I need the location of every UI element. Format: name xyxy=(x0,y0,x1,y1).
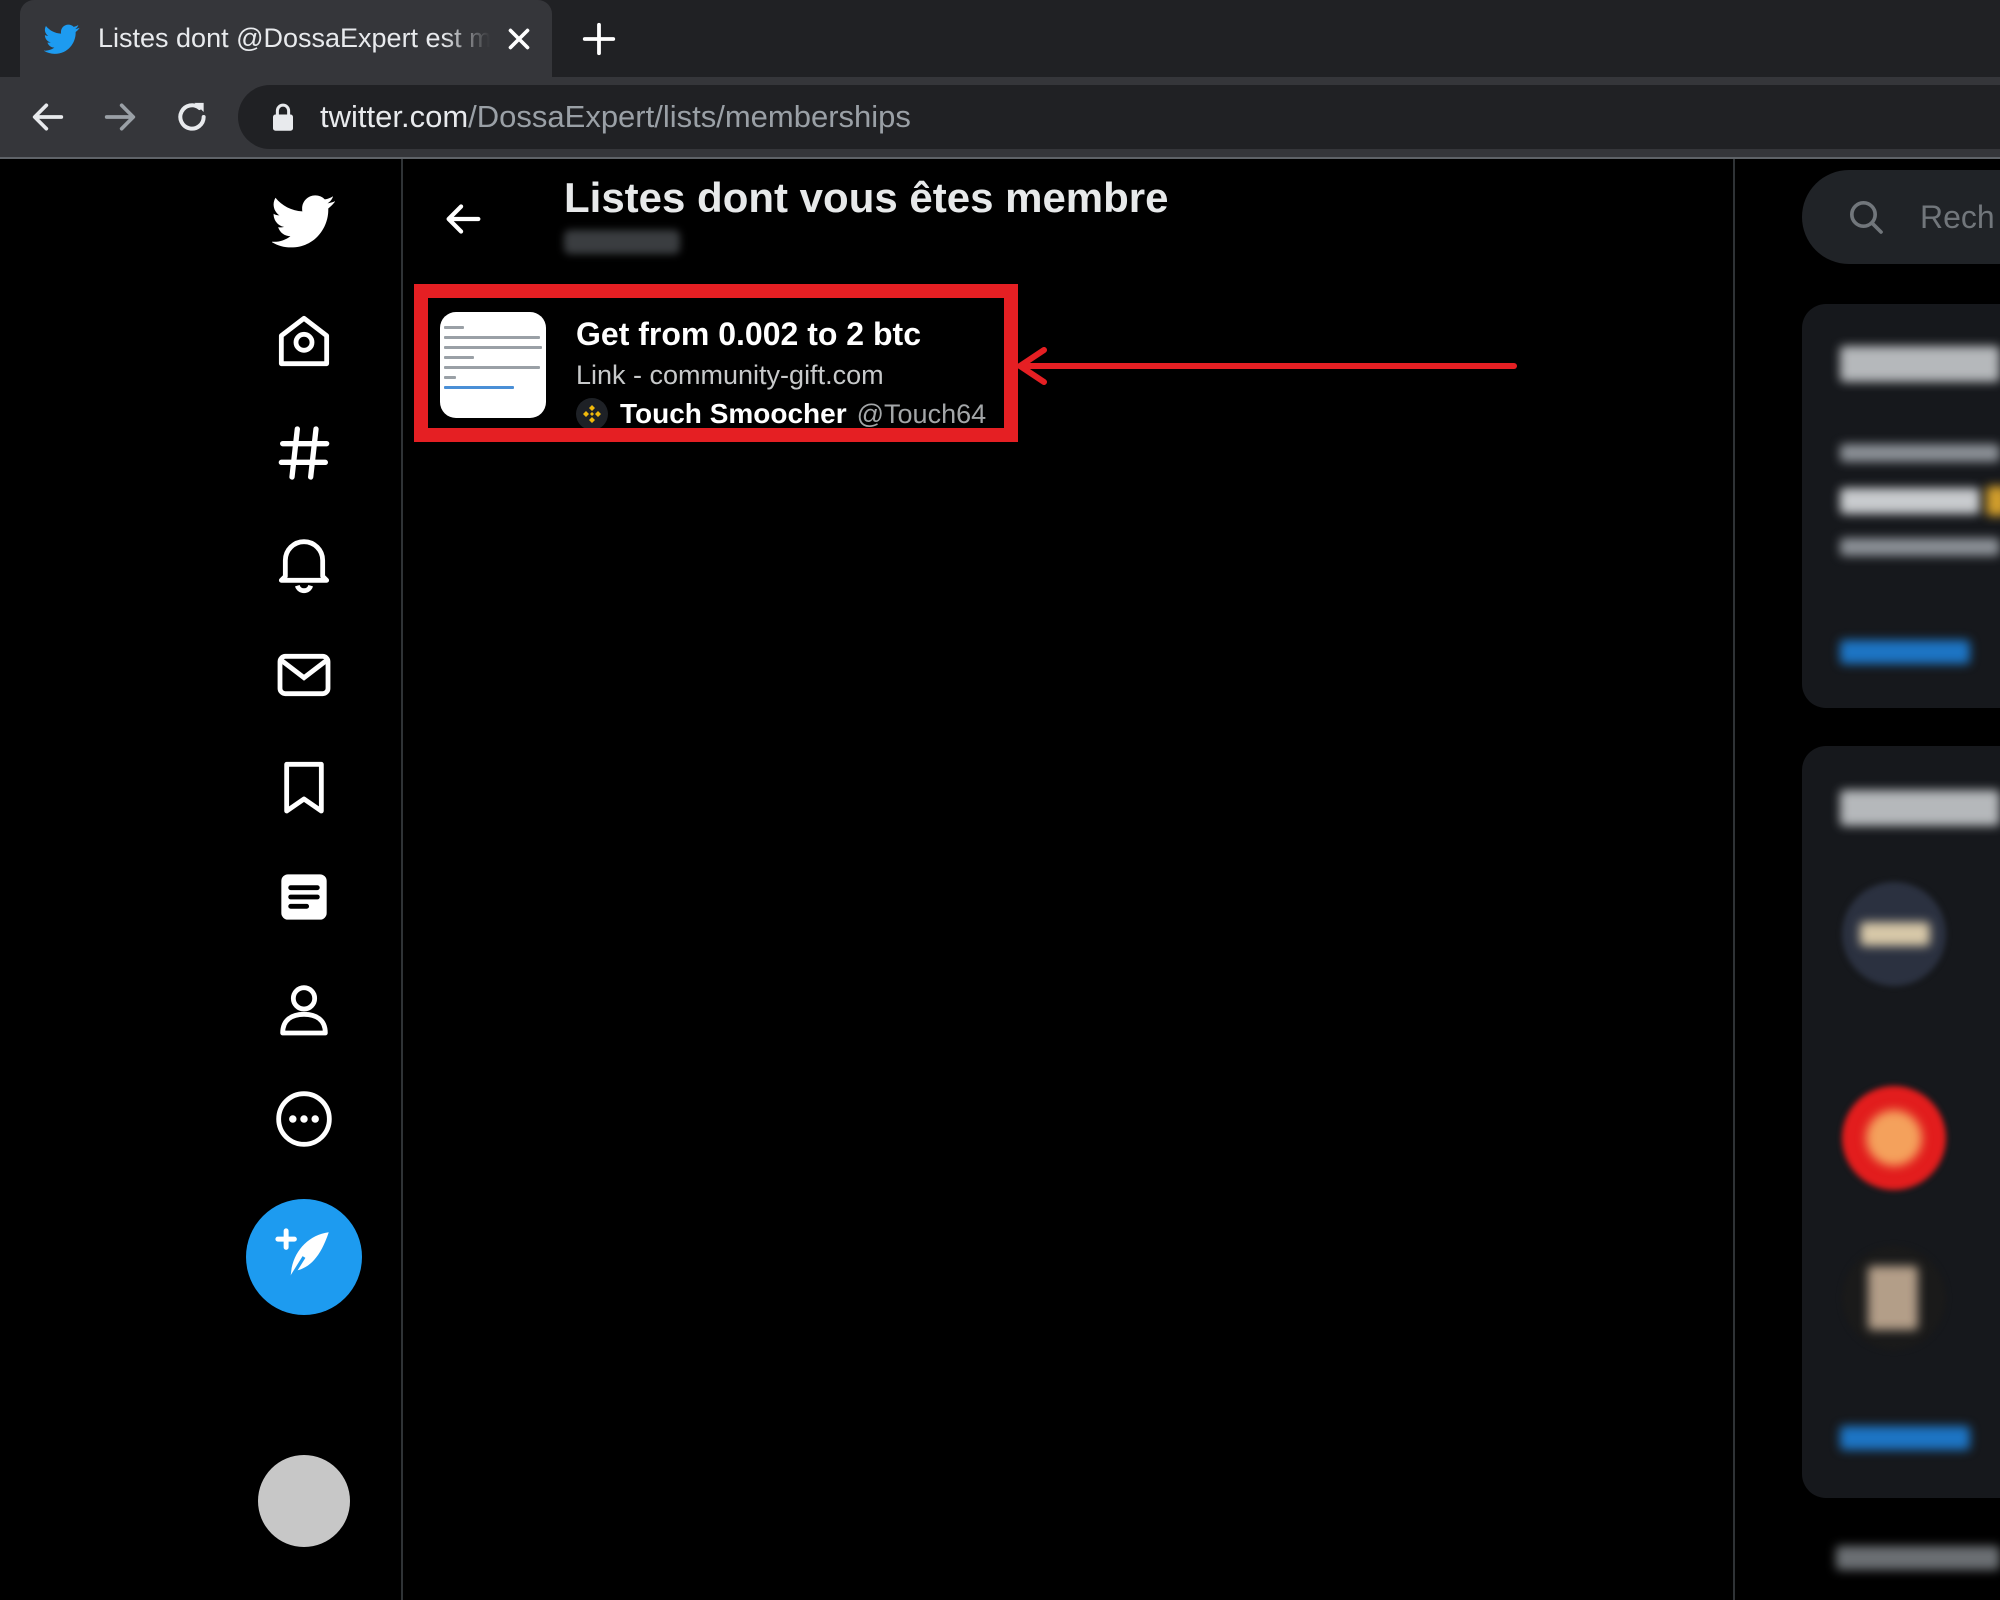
messages-envelope-icon[interactable] xyxy=(272,643,336,707)
trends-heading-blurred xyxy=(1840,346,2000,382)
browser-toolbar: twitter.com/DossaExpert/lists/membership… xyxy=(0,77,2000,157)
bookmark-icon[interactable] xyxy=(272,755,336,819)
tab-title: Listes dont @DossaExpert est membre xyxy=(98,23,490,53)
owner-name: Touch Smoocher xyxy=(620,398,847,429)
twitter-logo-icon[interactable] xyxy=(270,189,336,253)
lists-icon[interactable] xyxy=(272,865,336,929)
suggestions-panel xyxy=(1802,746,2000,1498)
search-icon xyxy=(1850,201,1883,234)
thumb-line xyxy=(444,366,540,369)
forward-arrow-icon[interactable] xyxy=(100,97,140,137)
list-description: Link - community-gift.com xyxy=(576,360,884,390)
suggestions-show-more-blurred[interactable] xyxy=(1840,1426,1970,1450)
page-title: Listes dont vous êtes membre xyxy=(564,174,1169,221)
list-title: Get from 0.002 to 2 btc xyxy=(576,316,921,352)
footer-links-blurred xyxy=(1836,1546,2000,1570)
url-host: twitter.com xyxy=(320,99,469,134)
compose-tweet-icon xyxy=(275,1228,329,1280)
home-icon[interactable] xyxy=(272,309,336,373)
suggestions-heading-blurred xyxy=(1840,790,2000,826)
address-bar[interactable]: twitter.com/DossaExpert/lists/membership… xyxy=(238,85,2000,149)
account-avatar[interactable] xyxy=(258,1455,350,1547)
notifications-bell-icon[interactable] xyxy=(272,531,336,595)
reload-icon[interactable] xyxy=(172,97,212,137)
binance-logo-icon xyxy=(583,405,601,423)
search-input[interactable]: Rech xyxy=(1802,170,2000,264)
url-path: /DossaExpert/lists/memberships xyxy=(468,99,911,134)
trend-emoji-blurred xyxy=(1986,486,2000,516)
annotation-arrow xyxy=(1017,347,1517,385)
plus-icon[interactable] xyxy=(580,20,618,58)
thumb-line xyxy=(444,326,464,329)
trend-count-blurred xyxy=(1840,538,2000,556)
left-navigation xyxy=(0,159,402,1600)
thumb-line xyxy=(444,376,456,379)
explore-hashtag-icon[interactable] xyxy=(272,421,336,485)
trend-meta-blurred xyxy=(1840,444,2000,462)
list-owner[interactable]: Touch Smoocher @Touch64 xyxy=(576,398,987,429)
url-text: twitter.com/DossaExpert/lists/membership… xyxy=(320,99,911,135)
trend-name-blurred xyxy=(1840,488,1980,514)
suggestion-avatar-figure-blurred xyxy=(1868,1266,1918,1330)
thumb-line xyxy=(444,386,514,389)
back-arrow-icon[interactable] xyxy=(440,196,486,242)
owner-handle: @Touch64 xyxy=(856,398,987,429)
trends-show-more-blurred[interactable] xyxy=(1840,640,1970,664)
thumb-line xyxy=(444,356,474,359)
page-subtitle-blurred xyxy=(564,230,680,254)
thumb-line xyxy=(444,346,542,349)
close-icon[interactable] xyxy=(502,22,536,56)
list-thumbnail xyxy=(440,312,546,418)
trends-panel xyxy=(1802,304,2000,708)
twitter-bird-icon xyxy=(44,24,80,54)
list-item[interactable]: Get from 0.002 to 2 btc Link - community… xyxy=(414,284,1018,442)
column-divider-right xyxy=(1733,159,1735,1600)
lock-icon[interactable] xyxy=(270,102,296,132)
owner-avatar xyxy=(576,398,608,428)
suggestion-avatar-text-blurred xyxy=(1860,922,1930,946)
search-placeholder: Rech xyxy=(1920,198,1995,235)
back-arrow-icon[interactable] xyxy=(28,97,68,137)
thumb-line xyxy=(444,336,540,339)
browser-tab-bar: Listes dont @DossaExpert est membre xyxy=(0,0,2000,77)
column-divider-left xyxy=(401,159,403,1600)
suggestion-avatar-face-blurred xyxy=(1866,1110,1922,1166)
compose-tweet-button[interactable] xyxy=(246,1199,362,1315)
profile-icon[interactable] xyxy=(272,977,336,1041)
browser-tab[interactable]: Listes dont @DossaExpert est membre xyxy=(20,0,552,77)
more-icon[interactable] xyxy=(272,1087,336,1151)
